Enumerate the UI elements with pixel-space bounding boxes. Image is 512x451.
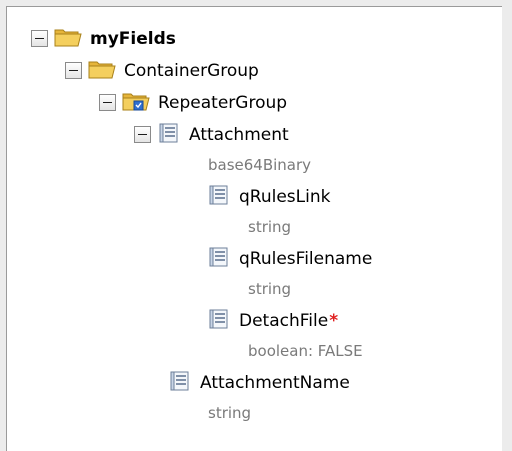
tree-node-attachment[interactable]: Attachment [134,119,289,150]
field-icon [207,246,231,272]
collapse-icon[interactable] [65,62,82,79]
tree-node-label: DetachFile [239,310,329,331]
field-type-label: base64Binary [208,156,312,174]
folder-icon [88,58,116,84]
field-icon [168,370,192,396]
tree-node-label: qRulesLink [239,186,331,207]
repeating-folder-icon [122,90,150,116]
tree-node-detachfile[interactable]: DetachFile * [207,305,338,336]
tree-node-label: RepeaterGroup [158,92,288,113]
tree-node-myfields[interactable]: myFields [31,23,176,54]
tree-node-label: Attachment [189,124,289,145]
collapse-icon[interactable] [134,126,151,143]
tree-node-attachmentname[interactable]: AttachmentName [168,367,350,398]
field-type-label: string [208,404,252,422]
tree-node-label: ContainerGroup [124,60,259,81]
tree-node-repeatergroup[interactable]: RepeaterGroup [99,87,287,118]
field-icon [207,308,231,334]
tree-node-label: qRulesFilename [239,248,373,269]
data-source-tree: myFields ContainerGroup RepeaterGroup At… [6,6,502,451]
field-type-label: string [248,218,292,236]
required-marker: * [329,310,339,331]
tree-node-qrulesfilename[interactable]: qRulesFilename [207,243,372,274]
collapse-icon[interactable] [99,94,116,111]
folder-icon [54,26,82,52]
tree-node-containergroup[interactable]: ContainerGroup [65,55,259,86]
field-type-label: string [248,280,292,298]
field-type-label: boolean: FALSE [248,342,363,360]
tree-node-qruleslink[interactable]: qRulesLink [207,181,330,212]
field-icon [207,184,231,210]
tree-node-label: AttachmentName [200,372,350,393]
field-icon [157,122,181,148]
collapse-icon[interactable] [31,30,48,47]
tree-node-label: myFields [90,28,176,49]
